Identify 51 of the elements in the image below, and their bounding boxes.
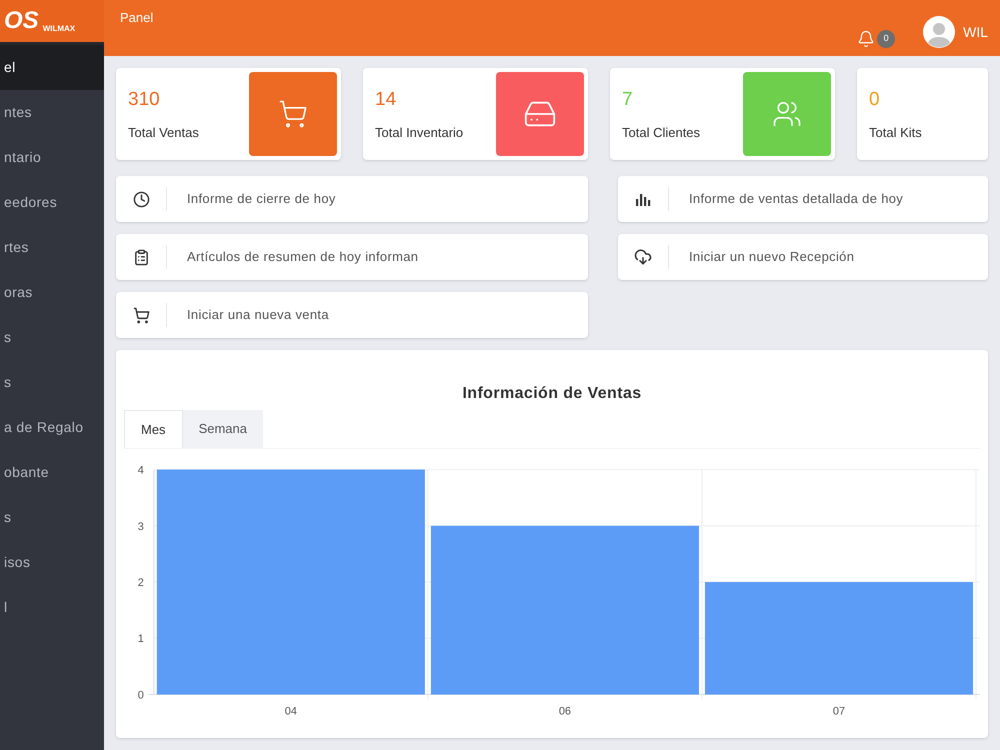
shortcut-button[interactable]: Informe de cierre de hoy [116, 176, 588, 222]
panel-title: Información de Ventas [461, 384, 643, 404]
sidebar-item[interactable]: el [0, 45, 104, 90]
y-axis-label: 4 [138, 464, 144, 477]
notification-count: 0 [877, 30, 896, 48]
x-axis-label: 06 [558, 705, 572, 718]
page-title: Panel [120, 9, 154, 27]
sidebar-item[interactable]: s [0, 495, 104, 540]
bell-icon[interactable] [857, 30, 876, 48]
stat-value: 14 [375, 88, 398, 112]
avatar-icon[interactable] [923, 16, 956, 48]
shortcut-button[interactable]: Iniciar una nueva venta [116, 292, 588, 338]
x-axis-label: 07 [832, 705, 846, 718]
sidebar-item[interactable]: ntes [0, 90, 104, 135]
shortcut-button[interactable]: Informe de ventas detallada de hoy [618, 176, 988, 222]
sidebar-item[interactable]: s [0, 315, 104, 360]
users-icon [772, 99, 802, 129]
y-axis-label: 1 [138, 633, 144, 646]
sidebar-item[interactable]: rtes [0, 225, 104, 270]
y-axis-label: 0 [138, 690, 144, 702]
clipboard-icon [132, 248, 150, 266]
stat-value: 7 [622, 88, 634, 112]
shortcut-button[interactable]: Artículos de resumen de hoy informan [116, 234, 588, 280]
sidebar-item[interactable]: isos [0, 540, 104, 585]
stat-label: Total Kits [869, 124, 923, 142]
x-axis-label: 04 [284, 705, 297, 718]
stat-value: 310 [128, 88, 161, 112]
stat-label: Total Ventas [128, 124, 200, 142]
sidebar-item[interactable]: s [0, 360, 104, 405]
stat-label: Total Clientes [622, 124, 702, 142]
stat-label: Total Inventario [375, 124, 464, 142]
logo-subtext: WILMAX [42, 23, 76, 35]
sidebar-item[interactable]: a de Regalo [0, 405, 104, 450]
bar-chart-icon [635, 191, 651, 207]
sidebar-item[interactable]: eedores [0, 180, 104, 225]
logo-text: OS [4, 9, 39, 33]
sidebar-item[interactable]: ntario [0, 135, 104, 180]
shortcut-button[interactable]: Iniciar un nuevo Recepción [618, 234, 988, 280]
sidebar-item[interactable]: oras [0, 270, 104, 315]
cart-icon [132, 306, 150, 324]
sidebar-item[interactable]: obante [0, 450, 104, 495]
tab[interactable]: Semana [182, 410, 263, 448]
y-axis-label: 2 [138, 577, 144, 590]
stat-value: 0 [869, 88, 881, 112]
cart-icon [278, 99, 308, 129]
clock-icon [132, 190, 150, 208]
cloud-download-icon [634, 248, 652, 266]
y-axis-label: 3 [138, 520, 144, 533]
user-name[interactable]: WIL [963, 22, 988, 42]
tab[interactable]: Mes [124, 410, 183, 448]
sidebar-item[interactable]: l [0, 585, 104, 630]
